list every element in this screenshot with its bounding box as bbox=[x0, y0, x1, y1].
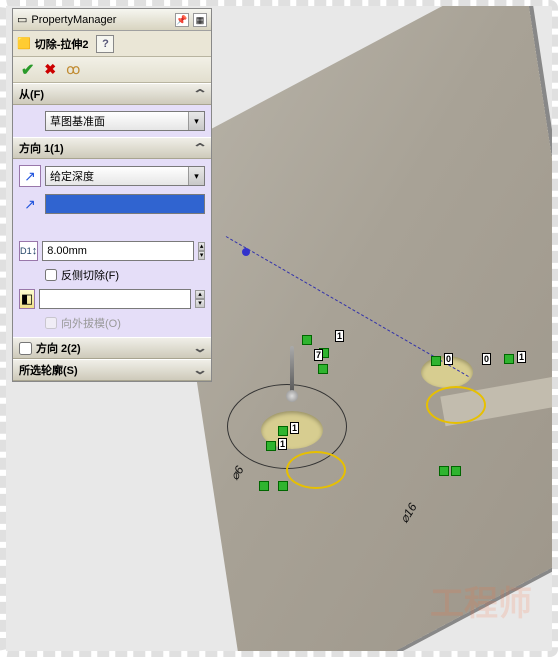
draft-outward-label: 向外拔模(O) bbox=[61, 315, 121, 331]
depth-spinner[interactable]: ▴▾ bbox=[198, 242, 205, 260]
cut-extrude-icon: 🟨 bbox=[17, 37, 31, 50]
pushpin-icon[interactable]: 📌 bbox=[175, 13, 189, 27]
model-solid bbox=[162, 6, 552, 651]
flip-side-checkbox[interactable] bbox=[45, 269, 57, 281]
constraint-badge: 0 bbox=[444, 353, 453, 365]
draft-spinner[interactable]: ▴▾ bbox=[195, 290, 205, 308]
chevron-up-icon: ⌃ bbox=[192, 141, 208, 155]
property-manager-panel: ▭ PropertyManager 📌 ▦ 🟨 切除-拉伸2 ? ✔ ✖ ꝏ 从… bbox=[12, 8, 212, 382]
end-condition-value: 给定深度 bbox=[50, 168, 200, 184]
constraint-badge: 1 bbox=[517, 351, 526, 363]
sketch-relation-icon[interactable] bbox=[259, 481, 269, 491]
extrude-direction-handle[interactable] bbox=[290, 346, 294, 394]
constraint-badge: 7 bbox=[314, 349, 323, 361]
section-dir2-header[interactable]: 方向 2(2) ⌄ bbox=[13, 337, 211, 359]
sketch-relation-icon[interactable] bbox=[278, 426, 288, 436]
pm-title-text: PropertyManager bbox=[31, 14, 116, 26]
draft-on-off-button[interactable]: ◧ bbox=[19, 289, 35, 309]
feature-name: 切除-拉伸2 bbox=[35, 36, 89, 52]
draft-outward-checkbox-row: 向外拔模(O) bbox=[19, 315, 205, 331]
draft-angle-input[interactable] bbox=[39, 289, 191, 309]
section-dir2-label: 方向 2(2) bbox=[36, 340, 81, 356]
from-start-condition-select[interactable]: 草图基准面 ▾ bbox=[45, 111, 205, 131]
draft-outward-checkbox bbox=[45, 317, 57, 329]
section-dir1-body: ↗ 给定深度 ▾ ↗ D1↕ ▴▾ 反侧切除(F) ◧ ▴▾ 向外拔模(O) bbox=[13, 159, 211, 337]
chevron-down-icon: ▾ bbox=[188, 167, 204, 185]
sketch-relation-icon[interactable] bbox=[318, 364, 328, 374]
constraint-badge: 1 bbox=[335, 330, 344, 342]
ok-button[interactable]: ✔ bbox=[21, 60, 34, 80]
feature-name-row: 🟨 切除-拉伸2 ? bbox=[13, 31, 211, 57]
section-contours-header[interactable]: 所选轮廓(S) ⌄ bbox=[13, 359, 211, 381]
help-button[interactable]: ? bbox=[96, 35, 114, 53]
section-from-label: 从(F) bbox=[19, 86, 44, 102]
flip-side-checkbox-row[interactable]: 反侧切除(F) bbox=[19, 267, 205, 283]
watermark: 工程师 bbox=[430, 587, 532, 621]
constraint-badge: 0 bbox=[482, 353, 491, 365]
sketch-relation-icon[interactable] bbox=[278, 481, 288, 491]
chevron-down-icon: ⌄ bbox=[192, 341, 208, 355]
sketch-relation-icon[interactable] bbox=[266, 441, 276, 451]
panel-grip-icon: ▭ bbox=[17, 13, 27, 26]
chevron-up-icon: ⌃ bbox=[192, 87, 208, 101]
chevron-down-icon: ⌄ bbox=[192, 363, 208, 377]
sketch-relation-icon[interactable] bbox=[451, 466, 461, 476]
constraint-badge: 1 bbox=[290, 422, 299, 434]
section-dir1-header[interactable]: 方向 1(1) ⌃ bbox=[13, 137, 211, 159]
depth-icon: D1↕ bbox=[19, 241, 38, 261]
section-dir1-label: 方向 1(1) bbox=[19, 140, 64, 156]
section-from-body: 草图基准面 ▾ bbox=[13, 105, 211, 137]
section-contours-label: 所选轮廓(S) bbox=[19, 362, 78, 378]
end-condition-select[interactable]: 给定深度 ▾ bbox=[45, 166, 205, 186]
pm-titlebar: ▭ PropertyManager 📌 ▦ bbox=[13, 9, 211, 31]
reverse-direction-button[interactable]: ↗ bbox=[19, 165, 41, 187]
direction-vector-icon: ↗ bbox=[19, 193, 41, 215]
sketch-point[interactable] bbox=[242, 248, 250, 256]
chevron-down-icon: ▾ bbox=[188, 112, 204, 130]
sketch-relation-icon[interactable] bbox=[302, 335, 312, 345]
depth-input[interactable] bbox=[42, 241, 194, 261]
constraint-badge: 1 bbox=[278, 438, 287, 450]
from-start-value: 草图基准面 bbox=[50, 113, 200, 129]
section-from-header[interactable]: 从(F) ⌃ bbox=[13, 83, 211, 105]
preview-circle-1 bbox=[426, 386, 486, 424]
direction-reference-input[interactable] bbox=[45, 194, 205, 214]
sketch-relation-icon[interactable] bbox=[504, 354, 514, 364]
cancel-button[interactable]: ✖ bbox=[44, 61, 56, 78]
pane-layout-icon[interactable]: ▦ bbox=[193, 13, 207, 27]
flip-side-label: 反侧切除(F) bbox=[61, 267, 119, 283]
sketch-relation-icon[interactable] bbox=[431, 356, 441, 366]
preview-circle-2 bbox=[286, 451, 346, 489]
dir2-enable-checkbox[interactable] bbox=[19, 342, 32, 355]
detailed-preview-button[interactable]: ꝏ bbox=[66, 61, 80, 78]
confirm-row: ✔ ✖ ꝏ bbox=[13, 57, 211, 83]
sketch-relation-icon[interactable] bbox=[439, 466, 449, 476]
